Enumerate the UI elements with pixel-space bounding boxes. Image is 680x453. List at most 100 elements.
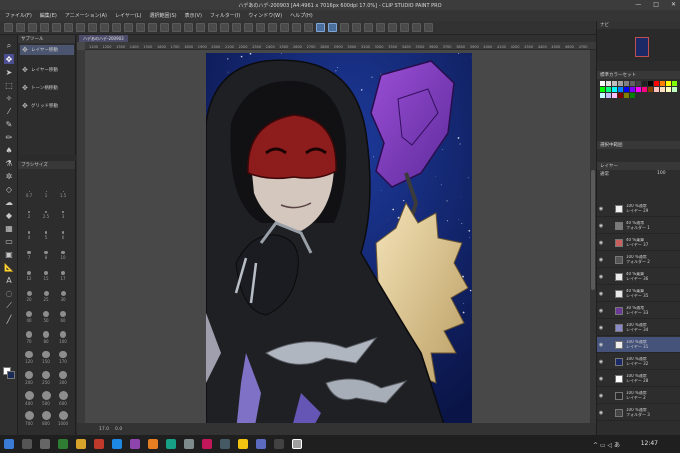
figure-tool-icon[interactable]: ▭ <box>4 236 14 246</box>
command-button[interactable] <box>316 23 325 32</box>
command-button[interactable] <box>328 23 337 32</box>
color-swatch[interactable] <box>624 81 629 86</box>
command-button[interactable] <box>196 23 205 32</box>
menu-file[interactable]: ファイル(F) <box>5 12 32 19</box>
command-button[interactable] <box>232 23 241 32</box>
close-icon[interactable]: ✕ <box>671 1 676 8</box>
brush-size-option[interactable]: 2.5 <box>39 211 53 226</box>
color-swatch[interactable] <box>618 87 623 92</box>
visibility-eye-icon[interactable]: ◉ <box>597 359 605 365</box>
layer-row[interactable]: ◉ 40 %乗算 レイヤー 36 <box>597 269 680 285</box>
brush-size-option[interactable]: 3 <box>56 211 70 226</box>
blend-mode[interactable]: 通常 <box>600 171 609 177</box>
brush-size-option[interactable]: 4 <box>22 231 36 246</box>
brush-size-option[interactable]: 10 <box>56 251 70 266</box>
brush-size-option[interactable]: 25 <box>39 291 53 306</box>
visibility-eye-icon[interactable]: ◉ <box>597 308 605 314</box>
color-swatch[interactable] <box>672 81 677 86</box>
text-tool-icon[interactable]: A <box>4 275 14 285</box>
brush-size-option[interactable]: 500 <box>39 391 53 406</box>
color-swatch[interactable] <box>624 93 629 98</box>
navigator-thumbnail[interactable] <box>635 37 649 57</box>
brush-size-option[interactable]: 1.5 <box>56 191 70 206</box>
fill-tool-icon[interactable]: ◆ <box>4 210 14 220</box>
selection-tool-icon[interactable]: ⬚ <box>4 80 14 90</box>
app-icon[interactable] <box>202 439 212 449</box>
color-swatch[interactable] <box>612 81 617 86</box>
command-button[interactable] <box>136 23 145 32</box>
color-swatch[interactable] <box>642 81 647 86</box>
command-button[interactable] <box>220 23 229 32</box>
task-view-icon[interactable] <box>40 439 50 449</box>
layer-row[interactable]: ◉ 40 %乗算 レイヤー 35 <box>597 286 680 302</box>
sub-color-swatch[interactable] <box>7 371 15 379</box>
brush-size-option[interactable]: 150 <box>39 351 53 366</box>
color-swatch[interactable] <box>666 81 671 86</box>
subtool-grid-move[interactable]: ✥ グリッド移動 <box>20 101 74 111</box>
clock[interactable]: 12:47 <box>641 440 658 447</box>
command-button[interactable] <box>112 23 121 32</box>
command-button[interactable] <box>160 23 169 32</box>
color-swatch[interactable] <box>612 87 617 92</box>
brush-size-option[interactable]: 250 <box>39 371 53 386</box>
command-button[interactable] <box>148 23 157 32</box>
menu-window[interactable]: ウィンドウ(W) <box>248 12 282 19</box>
command-button[interactable] <box>352 23 361 32</box>
color-swatch[interactable] <box>642 87 647 92</box>
command-button[interactable] <box>292 23 301 32</box>
command-button[interactable] <box>52 23 61 32</box>
brush-size-option[interactable]: 0.7 <box>22 191 36 206</box>
opacity-value[interactable]: 100 <box>657 171 666 176</box>
visibility-eye-icon[interactable]: ◉ <box>597 257 605 263</box>
color-swatch[interactable] <box>666 87 671 92</box>
visibility-eye-icon[interactable]: ◉ <box>597 291 605 297</box>
eraser-tool-icon[interactable]: ◇ <box>4 184 14 194</box>
canvas-area[interactable]: ハデあのハデ-200903 1100 1200 1300 1400 1500 1600 17… <box>77 35 596 435</box>
app-icon[interactable] <box>274 439 284 449</box>
layer-row[interactable]: ◉ 100 %通常 レイヤー 28 <box>597 371 680 387</box>
command-button[interactable] <box>268 23 277 32</box>
layer-row[interactable]: ◉ 100 %通常 レイヤー 32 <box>597 354 680 370</box>
layer-row[interactable]: ◉ 100 %通常 フォルダー 3 <box>597 405 680 421</box>
brush-size-option[interactable]: 700 <box>22 411 36 426</box>
command-button[interactable] <box>64 23 73 32</box>
color-swatch[interactable] <box>648 81 653 86</box>
visibility-eye-icon[interactable]: ◉ <box>597 393 605 399</box>
visibility-eye-icon[interactable]: ◉ <box>597 410 605 416</box>
folder-icon[interactable] <box>76 439 86 449</box>
brush-size-option[interactable]: 6 <box>56 231 70 246</box>
ruler-tool-icon[interactable]: 📐 <box>4 262 14 272</box>
eyedropper-tool-icon[interactable]: ⁄ <box>4 106 14 116</box>
layer-row[interactable]: ◉ 30 %通常 レイヤー 33 <box>597 303 680 319</box>
scrollbar-thumb[interactable] <box>591 170 595 290</box>
brush-size-option[interactable]: 1 <box>39 191 53 206</box>
zoom-value[interactable]: 17.0 <box>99 427 109 432</box>
airbrush-tool-icon[interactable]: ⚗ <box>4 158 14 168</box>
operation-tool-icon[interactable]: ➤ <box>4 67 14 77</box>
color-swatch[interactable] <box>630 93 635 98</box>
auto-select-tool-icon[interactable]: ✧ <box>4 93 14 103</box>
command-button[interactable] <box>244 23 253 32</box>
command-button[interactable] <box>388 23 397 32</box>
command-button[interactable] <box>184 23 193 32</box>
command-button[interactable] <box>280 23 289 32</box>
color-swatch[interactable] <box>672 87 677 92</box>
command-button[interactable] <box>256 23 265 32</box>
brush-size-option[interactable]: 60 <box>56 311 70 326</box>
brush-tool-icon[interactable]: ♠ <box>4 145 14 155</box>
frame-tool-icon[interactable]: ▣ <box>4 249 14 259</box>
app-icon[interactable] <box>220 439 230 449</box>
brush-size-option[interactable]: 1000 <box>56 411 70 426</box>
command-button[interactable] <box>28 23 37 32</box>
maximize-icon[interactable]: □ <box>653 1 659 8</box>
command-button[interactable] <box>208 23 217 32</box>
brush-size-option[interactable]: 8 <box>39 251 53 266</box>
brush-size-option[interactable]: 400 <box>22 391 36 406</box>
app-icon[interactable] <box>166 439 176 449</box>
pen-tool-icon[interactable]: ✎ <box>4 119 14 129</box>
browser-icon[interactable] <box>112 439 122 449</box>
color-swatch[interactable] <box>660 87 665 92</box>
app-icon[interactable] <box>130 439 140 449</box>
command-button[interactable] <box>124 23 133 32</box>
brush-size-option[interactable]: 5 <box>39 231 53 246</box>
